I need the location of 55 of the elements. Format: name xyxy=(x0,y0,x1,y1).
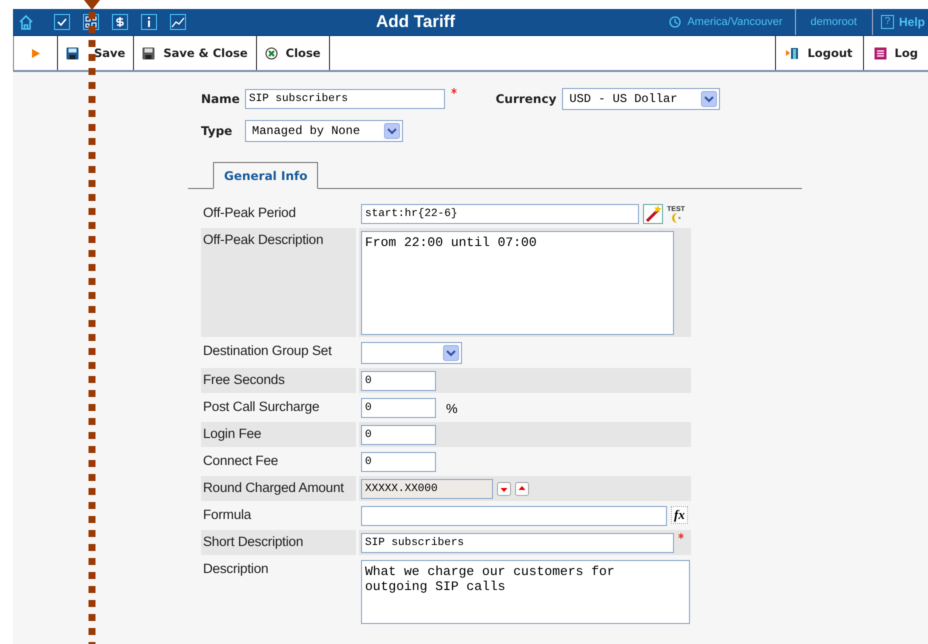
field-label: Type xyxy=(201,124,234,138)
timezone-label: America/Vancouver xyxy=(687,16,782,28)
field-label: Name xyxy=(201,92,239,106)
field-label: Currency xyxy=(496,92,556,106)
door-icon xyxy=(786,46,800,60)
field-label: Post Call Surcharge xyxy=(202,398,320,416)
text-area[interactable]: From 22:00 until 07:00 xyxy=(361,231,674,335)
floppy-icon xyxy=(142,46,156,60)
dropdown-field[interactable] xyxy=(361,342,462,364)
text-field[interactable]: 0 xyxy=(361,398,436,418)
field-label: Free Seconds xyxy=(201,368,356,393)
dollar-icon[interactable] xyxy=(112,14,128,30)
clock-icon xyxy=(669,16,682,28)
chart-icon[interactable] xyxy=(170,14,186,30)
close-icon xyxy=(264,46,278,60)
info-icon[interactable] xyxy=(141,14,157,30)
down-arrow-button[interactable] xyxy=(497,482,511,496)
user-link[interactable]: demoroot xyxy=(796,9,873,35)
text-field[interactable]: SIP subscribers xyxy=(361,533,674,553)
name-field[interactable]: SIP subscribers xyxy=(245,89,445,109)
dropdown-field[interactable]: Managed by None xyxy=(245,120,403,142)
field-label: Login Fee xyxy=(201,422,356,447)
page-title: Add Tariff xyxy=(375,12,456,32)
unit-label: % xyxy=(446,400,458,416)
tab[interactable]: General Info xyxy=(213,162,318,189)
text-field[interactable]: start:hr{22-6} xyxy=(361,204,639,224)
floppy-icon xyxy=(66,46,79,60)
log-icon xyxy=(874,46,887,60)
up-arrow-button[interactable] xyxy=(515,482,529,496)
menu-arrow-icon[interactable] xyxy=(32,48,40,58)
text-area[interactable]: What we charge our customers for outgoing SIP calls xyxy=(361,560,690,624)
caret-icon xyxy=(384,123,400,139)
caret-icon xyxy=(443,345,459,361)
field-label: Off-Peak Period xyxy=(202,204,297,222)
help-link[interactable]: ? Help xyxy=(872,9,928,35)
home-icon[interactable] xyxy=(18,14,34,30)
checkbox-icon[interactable] xyxy=(54,14,70,30)
field-label: Destination Group Set xyxy=(202,342,333,360)
field-label: Short Description xyxy=(201,530,356,555)
diagram-icon[interactable] xyxy=(83,14,99,30)
caret-icon xyxy=(701,91,718,107)
field-label: Description xyxy=(202,560,270,578)
field-label: Off-Peak Description xyxy=(201,228,356,337)
field-label: Round Charged Amount xyxy=(201,476,356,501)
field-label: Connect Fee xyxy=(202,452,280,470)
text-field[interactable]: 0 xyxy=(361,425,436,445)
text-field[interactable]: 0 xyxy=(361,371,436,391)
help-icon: ? xyxy=(880,15,894,29)
dropdown-field[interactable]: USD - US Dollar xyxy=(562,88,720,110)
formula-button[interactable]: fx xyxy=(671,506,688,524)
magic-wand-icon[interactable] xyxy=(643,204,663,224)
text-field[interactable] xyxy=(361,506,667,526)
text-field[interactable]: 0 xyxy=(361,452,436,472)
moon-icon xyxy=(670,212,681,222)
field-label: Formula xyxy=(202,506,252,524)
